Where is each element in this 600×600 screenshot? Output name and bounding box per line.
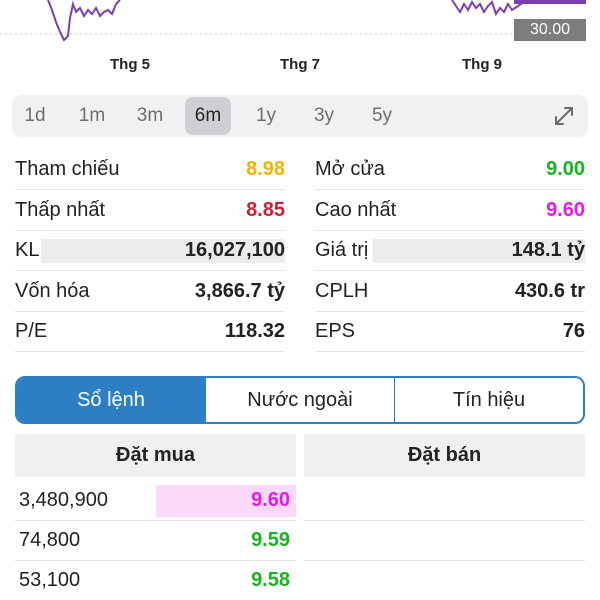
- bid-volume: 74,800: [19, 529, 81, 551]
- bid-row[interactable]: 3,480,900 9.60: [15, 481, 296, 521]
- x-axis-label: Thg 7: [280, 56, 320, 73]
- bid-volume: 53,100: [19, 569, 81, 591]
- bid-price: 9.60: [251, 489, 290, 511]
- stat-label: KL: [15, 239, 40, 261]
- stat-eps: EPS 76: [315, 312, 585, 352]
- expand-icon[interactable]: [552, 104, 576, 128]
- stat-value: 8.85: [246, 199, 285, 221]
- price-chart-svg: [0, 0, 525, 42]
- stat-value: 3,866.7 tỷ: [194, 280, 285, 302]
- range-tab-3m[interactable]: 3m: [127, 97, 173, 135]
- stat-value-traded: Giá trị 148.1 tỷ: [315, 231, 585, 271]
- x-axis-label: Thg 5: [110, 56, 150, 73]
- range-tab-6m[interactable]: 6m: [185, 97, 231, 135]
- range-tab-3y[interactable]: 3y: [301, 97, 347, 135]
- bid-header: Đặt mua: [15, 434, 296, 477]
- bid-price: 9.58: [251, 569, 290, 591]
- stat-pe: P/E 118.32: [15, 312, 285, 352]
- stat-volume: KL 16,027,100: [15, 231, 285, 271]
- stat-label: Thấp nhất: [15, 199, 106, 221]
- range-tab-5y[interactable]: 5y: [359, 97, 405, 135]
- stat-shares-outstanding: CPLH 430.6 tr: [315, 272, 585, 312]
- stat-label: Mở cửa: [315, 158, 385, 180]
- stat-value: 9.60: [546, 199, 585, 221]
- bid-row[interactable]: 53,100 9.58: [15, 561, 296, 600]
- ask-row[interactable]: [304, 561, 585, 600]
- ask-row[interactable]: [304, 481, 585, 521]
- stat-value: 16,027,100: [184, 239, 285, 261]
- bid-row[interactable]: 74,800 9.59: [15, 521, 296, 561]
- stat-value: 118.32: [224, 320, 285, 342]
- x-axis: Thg 5 Thg 7 Thg 9: [0, 56, 600, 80]
- stat-value: 76: [562, 320, 585, 342]
- ask-row[interactable]: [304, 521, 585, 561]
- detail-tabs: Sổ lệnh Nước ngoài Tín hiệu: [15, 376, 585, 424]
- stat-market-cap: Vốn hóa 3,866.7 tỷ: [15, 272, 285, 312]
- stat-label: Cao nhất: [315, 199, 397, 221]
- stat-label: CPLH: [315, 280, 369, 302]
- last-price-marker: [514, 0, 586, 4]
- stat-open: Mở cửa 9.00: [315, 150, 585, 190]
- ask-header: Đặt bán: [304, 434, 585, 477]
- stat-label: Vốn hóa: [15, 280, 90, 302]
- stat-high: Cao nhất 9.60: [315, 191, 585, 231]
- range-tab-1y[interactable]: 1y: [243, 97, 289, 135]
- price-chart[interactable]: 30.00: [0, 0, 600, 48]
- bid-price: 9.59: [251, 529, 290, 551]
- bid-volume: 3,480,900: [19, 489, 108, 511]
- x-axis-label: Thg 9: [462, 56, 502, 73]
- price-line: [47, 0, 121, 42]
- tab-foreign[interactable]: Nước ngoài: [205, 378, 394, 422]
- tab-order-book[interactable]: Sổ lệnh: [17, 378, 205, 422]
- stat-low: Thấp nhất 8.85: [15, 191, 285, 231]
- stat-label: P/E: [15, 320, 48, 342]
- tab-signals[interactable]: Tín hiệu: [394, 378, 583, 422]
- stat-value: 430.6 tr: [514, 280, 585, 302]
- stat-value: 148.1 tỷ: [511, 239, 585, 261]
- range-tab-1m[interactable]: 1m: [69, 97, 115, 135]
- stat-reference: Tham chiếu 8.98: [15, 150, 285, 190]
- stat-label: Giá trị: [315, 239, 369, 261]
- stat-label: EPS: [315, 320, 356, 342]
- stat-value: 9.00: [546, 158, 585, 180]
- y-axis-price-label: 30.00: [514, 19, 586, 41]
- stat-value: 8.98: [246, 158, 285, 180]
- stat-label: Tham chiếu: [15, 158, 120, 180]
- range-tab-1d[interactable]: 1d: [12, 97, 58, 135]
- time-range-selector: 1d 1m 3m 6m 1y 3y 5y: [12, 95, 588, 137]
